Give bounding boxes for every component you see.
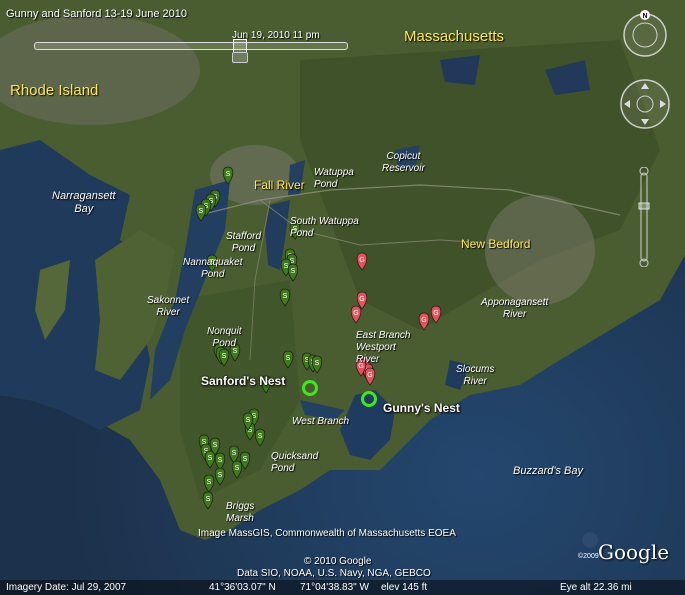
label-west-branch: West Branch [292,416,350,427]
label-massachusetts: Massachusetts [404,28,505,45]
svg-text:S: S [246,417,251,424]
status-bar: Imagery Date: Jul 29, 2007 41°36'03.07" … [0,580,685,595]
tour-title: Gunny and Sanford 13-19 June 2010 [6,8,188,20]
svg-text:S: S [218,457,223,464]
island-rock [582,532,598,548]
navigation-compass[interactable]: N [620,10,670,60]
svg-text:S: S [258,433,263,440]
svg-text:G: G [433,310,438,317]
svg-text:S: S [213,442,218,449]
label-rhode-island: Rhode Island [10,82,99,99]
logo-copyright: ©2009 [578,553,599,560]
label-nonquit-pond: Nonquit Pond [207,326,242,349]
label-south-watuppa-pond: South Watuppa Pond [290,216,359,239]
svg-text:S: S [232,450,237,457]
copyright-credit: © 2010 Google [304,556,372,567]
map-viewer[interactable]: SSSSSSSSSSSSSSSSSSSSSSSSSSSSSSSSSSSSGGGG… [0,0,685,595]
svg-text:G: G [359,296,364,303]
label-buzzards-bay: Buzzard's Bay [513,465,583,477]
elevation-readout: elev 145 ft [381,582,428,593]
label-fall-river: Fall River [254,178,305,192]
longitude-readout: 71°04'38.83" W [300,582,369,593]
label-nannaquaket-pond: Nannaquaket Pond [183,257,243,280]
svg-text:S: S [226,171,231,178]
svg-text:S: S [286,355,291,362]
imagery-credit: Image MassGIS, Commonwealth of Massachus… [198,528,456,539]
time-slider-handle[interactable] [233,39,247,53]
time-slider[interactable] [34,39,348,53]
svg-text:S: S [283,293,288,300]
eye-altitude-readout: Eye alt 22.36 mi [560,582,632,593]
label-sanford-nest[interactable]: Sanford's Nest [201,374,285,388]
label-gunny-nest[interactable]: Gunny's Nest [383,401,460,415]
data-credit: Data SIO, NOAA, U.S. Navy, NGA, GEBCO [237,568,431,579]
svg-text:S: S [291,268,296,275]
look-joystick[interactable] [616,75,674,133]
satellite-map[interactable]: SSSSSSSSSSSSSSSSSSSSSSSSSSSSSSSSSSSSGGGG… [0,0,685,595]
label-sakonnet-river: Sakonnet River [147,295,190,318]
label-narragansett-bay: Narragansett Bay [52,190,116,215]
zoom-in-icon[interactable] [639,167,649,176]
svg-text:S: S [208,455,213,462]
svg-text:S: S [206,496,211,503]
svg-text:G: G [353,310,358,317]
north-letter: N [642,13,647,20]
zoom-handle[interactable] [638,202,650,210]
svg-text:S: S [315,360,320,367]
svg-text:S: S [218,472,223,479]
label-briggs-marsh: Briggs Marsh [226,501,255,524]
time-slider-settings-button[interactable] [232,52,248,63]
svg-text:S: S [199,208,204,215]
svg-text:S: S [207,479,212,486]
imagery-date: Imagery Date: Jul 29, 2007 [6,582,127,593]
label-quicksand-pond: Quicksand Pond [271,451,319,474]
svg-text:G: G [421,317,426,324]
label-copicut-reservoir: Copicut Reservoir [382,151,425,174]
label-stafford-pond: Stafford Pond [226,231,262,254]
label-east-branch-westport-river: East Branch Westport River [356,330,411,365]
svg-text:S: S [243,456,248,463]
latitude-readout: 41°36'03.07" N [209,582,276,593]
zoom-slider[interactable] [637,167,651,267]
svg-text:S: S [222,353,227,360]
svg-text:S: S [235,465,240,472]
label-new-bedford: New Bedford [461,237,531,251]
reservoir-north [440,55,480,85]
label-watuppa-pond: Watuppa Pond [314,167,354,190]
zoom-out-icon[interactable] [639,258,649,267]
label-apponagansett-river: Apponagansett River [481,297,549,320]
label-slocums-river: Slocums River [456,364,495,387]
svg-text:G: G [367,372,372,379]
svg-text:G: G [359,257,364,264]
google-logo: Google [598,540,670,564]
